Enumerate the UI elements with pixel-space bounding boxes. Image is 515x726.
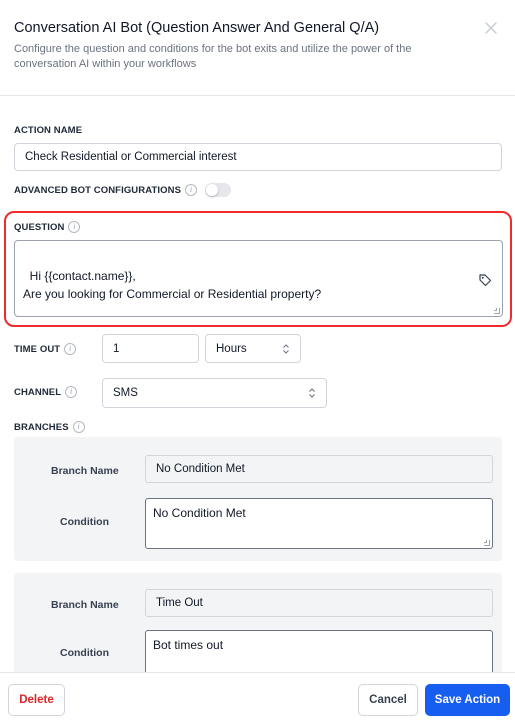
resize-handle[interactable] <box>494 308 500 314</box>
question-label-text: QUESTION <box>14 221 65 233</box>
chevron-updown-icon <box>309 388 315 398</box>
modal-header: Conversation AI Bot (Question Answer And… <box>0 0 515 96</box>
branch-name-label: Branch Name <box>51 599 119 611</box>
channel-label-text: CHANNEL <box>14 386 62 398</box>
channel-select[interactable]: SMS <box>102 378 327 408</box>
advanced-config-label: ADVANCED BOT CONFIGURATIONS i <box>14 184 198 196</box>
question-label: QUESTION i <box>14 221 81 233</box>
info-icon[interactable]: i <box>68 221 81 233</box>
branches-label-text: BRANCHES <box>14 421 69 433</box>
timeout-unit-value: Hours <box>216 342 247 355</box>
branches-label: BRANCHES i <box>14 421 85 433</box>
modal-subtitle: Configure the question and conditions fo… <box>14 43 412 70</box>
tag-icon[interactable] <box>478 273 492 287</box>
action-name-input[interactable]: Check Residential or Commercial interest <box>14 143 502 171</box>
info-icon[interactable]: i <box>65 386 78 398</box>
toggle-knob <box>206 184 218 196</box>
channel-value: SMS <box>113 387 138 399</box>
branch-card: Branch Name Time Out Condition Bot times… <box>14 573 502 683</box>
info-icon[interactable]: i <box>72 421 85 433</box>
info-icon[interactable]: i <box>185 184 198 196</box>
branch-condition-text: No Condition Met <box>153 506 246 520</box>
branch-condition-textarea[interactable]: No Condition Met <box>145 498 493 549</box>
info-icon[interactable]: i <box>64 343 77 355</box>
channel-label: CHANNEL i <box>14 386 78 398</box>
question-textarea[interactable]: Hi {{contact.name}}, Are you looking for… <box>14 240 503 317</box>
timeout-label: TIME OUT i <box>14 343 77 355</box>
branch-condition-text: Bot times out <box>153 638 224 652</box>
resize-handle[interactable] <box>484 540 490 546</box>
close-icon[interactable] <box>483 20 499 36</box>
timeout-value-input[interactable]: 1 <box>102 334 199 363</box>
branch-condition-label: Condition <box>60 516 109 528</box>
chevron-updown-icon <box>283 343 289 354</box>
action-name-label-text: ACTION NAME <box>14 125 83 136</box>
delete-button[interactable]: Delete <box>8 684 65 716</box>
branch-name-label: Branch Name <box>51 465 119 477</box>
question-text: Hi {{contact.name}}, Are you looking for… <box>23 269 322 301</box>
branch-name-input[interactable]: Time Out <box>145 589 493 617</box>
cancel-button[interactable]: Cancel <box>358 684 418 716</box>
action-name-label: ACTION NAME <box>14 125 82 136</box>
modal-title: Conversation AI Bot (Question Answer And… <box>14 20 380 36</box>
timeout-unit-select[interactable]: Hours <box>205 334 301 363</box>
save-action-button[interactable]: Save Action <box>425 684 510 716</box>
branch-condition-label: Condition <box>60 647 109 659</box>
advanced-config-toggle[interactable] <box>205 183 231 197</box>
branch-name-input[interactable]: No Condition Met <box>145 455 493 483</box>
timeout-label-text: TIME OUT <box>14 343 61 355</box>
advanced-config-label-text: ADVANCED BOT CONFIGURATIONS <box>14 184 182 196</box>
modal-footer: Delete Cancel Save Action <box>0 672 515 726</box>
branch-card: Branch Name No Condition Met Condition N… <box>14 437 502 561</box>
